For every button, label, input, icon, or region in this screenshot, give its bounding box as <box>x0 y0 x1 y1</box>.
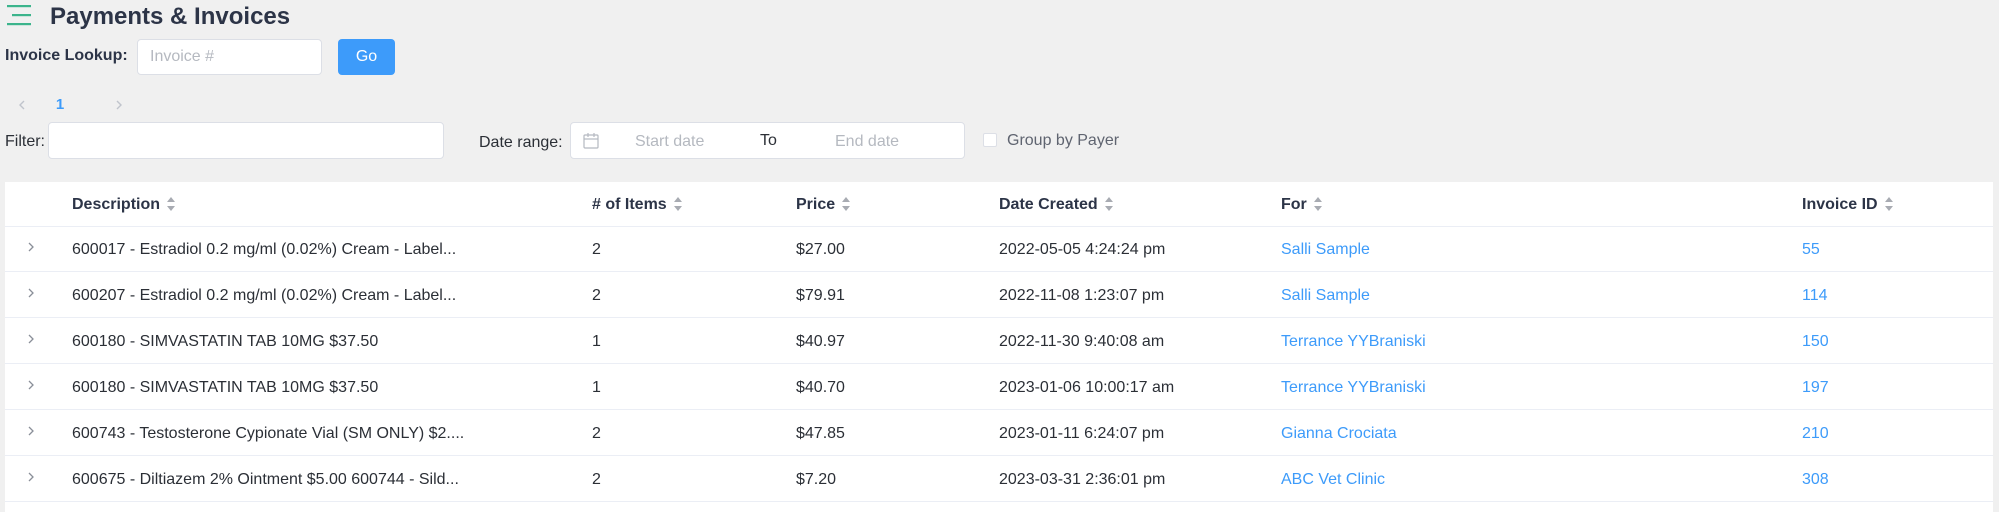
column-header-label: Date Created <box>999 196 1098 213</box>
cell-for-link[interactable]: Terrance YYBraniski <box>1281 378 1426 398</box>
invoices-table: Description # of Items Price Date Create… <box>5 182 1993 512</box>
cell-for-link[interactable]: Salli Sample <box>1281 240 1370 260</box>
chevron-left-icon[interactable] <box>14 95 30 115</box>
hamburger-menu-icon[interactable] <box>7 4 33 26</box>
chevron-right-icon[interactable] <box>25 286 37 300</box>
cell-items: 1 <box>592 379 601 396</box>
sort-icon[interactable] <box>1313 196 1323 212</box>
cell-price: $7.20 <box>796 471 837 488</box>
cell-invoice-id-link[interactable]: 150 <box>1802 332 1829 352</box>
column-header-label: For <box>1281 196 1307 213</box>
pagination-current-page[interactable]: 1 <box>53 95 67 115</box>
cell-price: $40.97 <box>796 333 845 350</box>
cell-for-link[interactable]: Gianna Crociata <box>1281 424 1397 444</box>
chevron-right-icon[interactable] <box>25 240 37 254</box>
date-range-picker[interactable]: To <box>570 122 965 159</box>
cell-invoice-id-link[interactable]: 55 <box>1802 240 1820 260</box>
sort-icon[interactable] <box>166 196 176 212</box>
sort-icon[interactable] <box>1884 196 1894 212</box>
column-header-label: Invoice ID <box>1802 196 1878 213</box>
table-row[interactable]: 600207 - Estradiol 0.2 mg/ml (0.02%) Cre… <box>5 272 1993 318</box>
chevron-right-icon[interactable] <box>25 424 37 438</box>
filter-input[interactable] <box>48 122 444 159</box>
table-row[interactable]: 600743 - Testosterone Cypionate Vial (SM… <box>5 410 1993 456</box>
chevron-right-icon[interactable] <box>25 470 37 484</box>
go-button[interactable]: Go <box>338 39 395 75</box>
column-header-invoice-id[interactable]: Invoice ID <box>1802 195 1894 215</box>
cell-date-created: 2023-01-11 6:24:07 pm <box>999 425 1165 442</box>
sort-icon[interactable] <box>841 196 851 212</box>
column-header-for[interactable]: For <box>1281 195 1323 215</box>
column-header-label: # of Items <box>592 196 667 213</box>
start-date-input[interactable] <box>633 132 777 152</box>
table-row[interactable]: 600017 - Estradiol 0.2 mg/ml (0.02%) Cre… <box>5 226 1993 272</box>
sort-icon[interactable] <box>673 196 683 212</box>
end-date-input[interactable] <box>833 132 957 152</box>
group-by-payer-checkbox[interactable] <box>983 133 997 147</box>
table-row[interactable]: 600180 - SIMVASTATIN TAB 10MG $37.50 1 $… <box>5 318 1993 364</box>
cell-for-link[interactable]: Terrance YYBraniski <box>1281 332 1426 352</box>
calendar-icon <box>583 133 599 149</box>
cell-date-created: 2022-11-08 1:23:07 pm <box>999 287 1165 304</box>
column-header-description[interactable]: Description <box>72 195 176 215</box>
cell-price: $79.91 <box>796 287 845 304</box>
cell-date-created: 2022-11-30 9:40:08 am <box>999 333 1165 350</box>
column-header-items[interactable]: # of Items <box>592 195 683 215</box>
chevron-right-icon[interactable] <box>25 332 37 346</box>
cell-price: $40.70 <box>796 379 845 396</box>
cell-price: $47.85 <box>796 425 845 442</box>
cell-invoice-id-link[interactable]: 210 <box>1802 424 1829 444</box>
cell-items: 1 <box>592 333 601 350</box>
cell-description: 600743 - Testosterone Cypionate Vial (SM… <box>72 425 465 442</box>
cell-items: 2 <box>592 471 601 488</box>
cell-date-created: 2023-01-06 10:00:17 am <box>999 379 1175 396</box>
invoice-lookup-label: Invoice Lookup: <box>5 47 128 64</box>
cell-date-created: 2022-05-05 4:24:24 pm <box>999 241 1166 258</box>
cell-invoice-id-link[interactable]: 308 <box>1802 470 1829 490</box>
cell-price: $27.00 <box>796 241 845 258</box>
date-range-label: Date range: <box>479 134 563 151</box>
column-header-price[interactable]: Price <box>796 195 851 215</box>
cell-description: 600180 - SIMVASTATIN TAB 10MG $37.50 <box>72 333 379 350</box>
cell-items: 2 <box>592 425 601 442</box>
table-header: Description # of Items Price Date Create… <box>5 182 1993 227</box>
group-by-payer-label[interactable]: Group by Payer <box>1007 131 1119 151</box>
sort-icon[interactable] <box>1104 196 1114 212</box>
cell-invoice-id-link[interactable]: 197 <box>1802 378 1829 398</box>
chevron-right-icon[interactable] <box>25 378 37 392</box>
cell-items: 2 <box>592 241 601 258</box>
cell-items: 2 <box>592 287 601 304</box>
cell-date-created: 2023-03-31 2:36:01 pm <box>999 471 1166 488</box>
table-row[interactable]: 600180 - SIMVASTATIN TAB 10MG $37.50 1 $… <box>5 364 1993 410</box>
cell-description: 600675 - Diltiazem 2% Ointment $5.00 600… <box>72 471 459 488</box>
page-title: Payments & Invoices <box>50 3 291 30</box>
cell-description: 600180 - SIMVASTATIN TAB 10MG $37.50 <box>72 379 379 396</box>
date-range-separator: To <box>760 132 777 149</box>
cell-for-link[interactable]: Salli Sample <box>1281 286 1370 306</box>
column-header-label: Description <box>72 196 161 213</box>
column-header-date-created[interactable]: Date Created <box>999 195 1114 215</box>
column-header-label: Price <box>796 196 836 213</box>
cell-for-link[interactable]: ABC Vet Clinic <box>1281 470 1385 490</box>
chevron-right-icon[interactable] <box>111 95 127 115</box>
cell-description: 600017 - Estradiol 0.2 mg/ml (0.02%) Cre… <box>72 241 457 258</box>
filter-label: Filter: <box>5 133 45 150</box>
table-row[interactable]: 600675 - Diltiazem 2% Ointment $5.00 600… <box>5 456 1993 502</box>
invoice-number-input[interactable] <box>137 39 322 75</box>
cell-invoice-id-link[interactable]: 114 <box>1802 286 1828 306</box>
cell-description: 600207 - Estradiol 0.2 mg/ml (0.02%) Cre… <box>72 287 457 304</box>
